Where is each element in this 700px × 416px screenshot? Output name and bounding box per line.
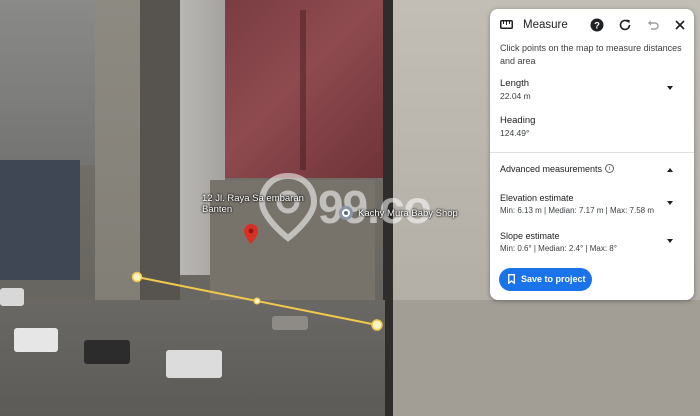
panel-title: Measure — [523, 19, 568, 31]
elevation-value: Min: 6.13 m | Median: 7.17 m | Max: 7.58… — [500, 206, 654, 215]
elevation-label: Elevation estimate — [500, 193, 574, 203]
svg-text:?: ? — [594, 21, 600, 32]
chevron-down-icon[interactable] — [667, 201, 673, 205]
chevron-up-icon[interactable] — [667, 168, 673, 172]
measure-point-start — [131, 271, 143, 283]
panel-header: Measure ? — [490, 9, 694, 42]
save-to-project-button[interactable]: Save to project — [499, 268, 592, 291]
place-label[interactable]: Kachy Mura Baby Shop — [358, 208, 458, 219]
chevron-down-icon[interactable] — [667, 239, 673, 243]
panel-description: Click points on the map to measure dista… — [500, 43, 682, 66]
place-marker-icon[interactable] — [339, 206, 353, 220]
heading-row: Heading 124.49° — [490, 115, 694, 145]
address-label[interactable]: 12 Jl. Raya Sa embaran Banten — [202, 193, 322, 215]
measure-panel: Measure ? Click points on the map to mea… — [490, 9, 694, 300]
elevation-row[interactable]: Elevation estimate Min: 6.13 m | Median:… — [490, 193, 694, 223]
close-icon[interactable] — [672, 17, 688, 33]
chevron-down-icon[interactable] — [667, 86, 673, 90]
info-icon[interactable]: i — [605, 164, 614, 173]
refresh-icon[interactable] — [617, 17, 633, 33]
bookmark-icon — [508, 274, 515, 284]
length-label: Length — [500, 78, 530, 89]
advanced-measurements-label: Advanced measurements — [500, 164, 603, 174]
length-row[interactable]: Length 22.04 m — [490, 78, 694, 111]
measure-point-mid — [253, 297, 261, 305]
location-pin-icon[interactable] — [244, 224, 258, 244]
undo-icon[interactable] — [645, 17, 661, 33]
heading-value: 124.49° — [500, 128, 530, 138]
ruler-icon — [500, 20, 513, 29]
length-value: 22.04 m — [500, 91, 531, 101]
heading-label: Heading — [500, 115, 536, 126]
save-to-project-label: Save to project — [521, 274, 586, 284]
measure-point-end — [371, 319, 383, 331]
advanced-measurements-toggle[interactable]: Advanced measurements i — [490, 164, 694, 180]
slope-value: Min: 0.6° | Median: 2.4° | Max: 8° — [500, 244, 617, 253]
divider — [490, 152, 694, 153]
slope-label: Slope estimate — [500, 231, 560, 241]
help-icon[interactable]: ? — [589, 17, 605, 33]
slope-row[interactable]: Slope estimate Min: 0.6° | Median: 2.4° … — [490, 231, 694, 261]
